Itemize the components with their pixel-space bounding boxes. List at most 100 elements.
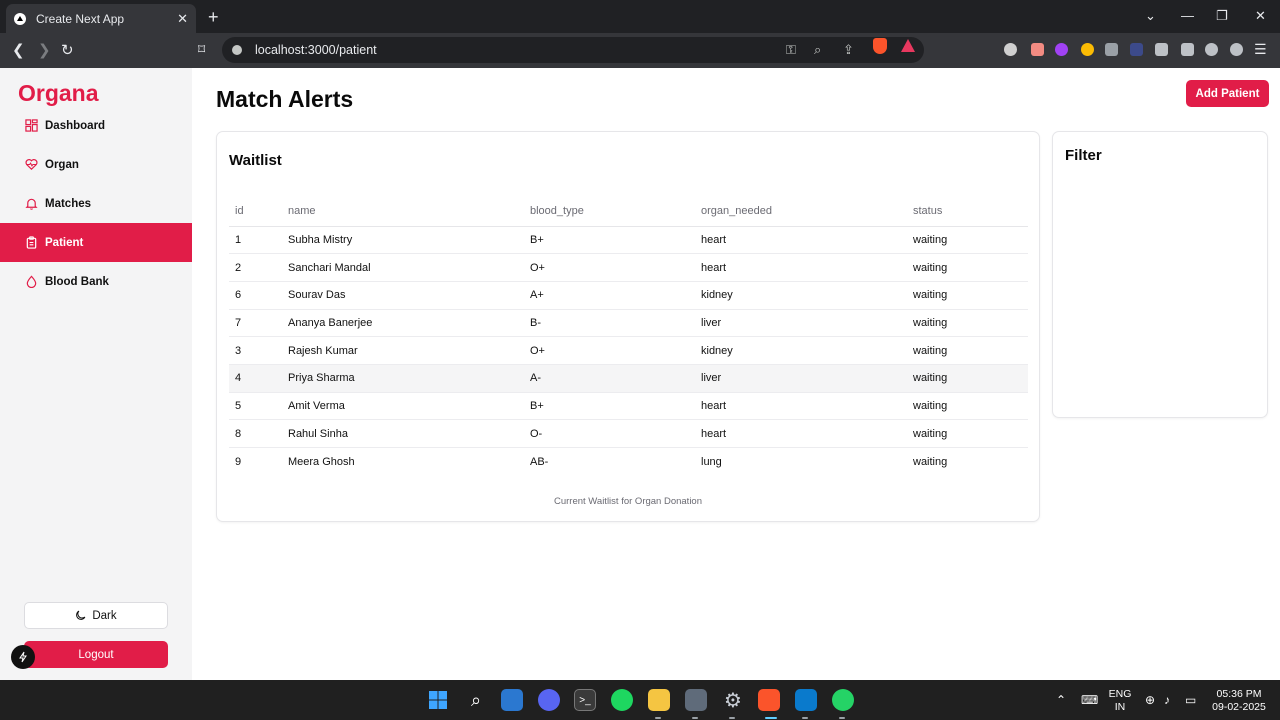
site-info-icon[interactable]: [232, 45, 242, 55]
menu-icon[interactable]: ☰: [1254, 41, 1267, 58]
clipboard-icon: [26, 236, 37, 249]
cell-blood-type: O+: [524, 253, 695, 282]
filter-card: Filter: [1052, 131, 1268, 418]
cell-id: 3: [229, 336, 282, 365]
column-header-name: name: [282, 196, 524, 227]
nextjs-favicon-icon: [14, 12, 26, 25]
cell-organ-needed: kidney: [695, 336, 907, 365]
table-row[interactable]: 7 Ananya Banerjee B- liver waiting: [229, 309, 1028, 338]
brave-shields-icon[interactable]: [873, 38, 887, 54]
cell-blood-type: B+: [524, 226, 695, 255]
extension-qr-icon[interactable]: [1105, 43, 1118, 56]
cell-blood-type: AB-: [530, 455, 549, 468]
clock-time[interactable]: 05:36 PM: [1208, 688, 1270, 700]
back-icon[interactable]: ❮: [12, 41, 25, 59]
cell-organ-needed: heart: [695, 226, 907, 255]
share-icon[interactable]: ⇪: [843, 42, 854, 58]
discord-app-icon[interactable]: [538, 689, 560, 711]
cell-organ-needed: heart: [695, 392, 907, 421]
key-icon[interactable]: ⚿: [786, 42, 796, 58]
dark-mode-button[interactable]: Dark: [24, 602, 168, 629]
spotify-app-icon[interactable]: [611, 689, 633, 711]
file-explorer-icon[interactable]: [648, 689, 670, 711]
table-row[interactable]: 8 Rahul Sinha O- heart waiting: [229, 419, 1028, 448]
bookmark-icon[interactable]: ⌑: [198, 41, 205, 58]
wallet-icon[interactable]: [1181, 43, 1194, 56]
add-patient-button[interactable]: Add Patient: [1186, 80, 1269, 107]
browser-tab[interactable]: Create Next App ✕: [6, 4, 196, 33]
table-row[interactable]: 2 Sanchari Mandal O+ heart waiting: [229, 253, 1028, 282]
extension-calendar-icon[interactable]: [1031, 43, 1044, 56]
clock-date: 09-02-2025: [1212, 701, 1266, 713]
extension-screenshot-icon[interactable]: [1130, 43, 1143, 56]
nextjs-dev-indicator-icon[interactable]: [11, 645, 35, 669]
cell-id: 2: [229, 253, 282, 282]
cell-name: Sourav Das: [282, 281, 524, 310]
brave-browser-icon[interactable]: [758, 689, 780, 711]
leo-ai-icon[interactable]: [1205, 43, 1218, 56]
cell-name: Ananya Banerjee: [282, 309, 524, 338]
zoom-icon[interactable]: ⌕: [814, 42, 821, 58]
close-window-icon[interactable]: ✕: [1255, 8, 1266, 24]
sidebar-item-blood-bank[interactable]: Blood Bank: [0, 262, 192, 301]
table-row[interactable]: 5 Amit Verma B+ heart waiting: [229, 392, 1028, 421]
cell-id: 6: [229, 281, 282, 310]
whatsapp-app-icon[interactable]: [832, 689, 854, 711]
new-tab-icon[interactable]: +: [208, 7, 219, 28]
sidebar-item-dashboard[interactable]: Dashboard: [0, 106, 192, 145]
maximize-icon[interactable]: ❐: [1216, 8, 1228, 24]
speaker-icon[interactable]: ♪: [1164, 693, 1170, 707]
logout-button[interactable]: Logout: [24, 641, 168, 668]
table-row[interactable]: 3 Rajesh Kumar O+ kidney waiting: [229, 336, 1028, 365]
table-row-hovered[interactable]: 4 Priya Sharma A- liver waiting: [229, 364, 1028, 393]
chevron-up-icon[interactable]: ⌃: [1056, 693, 1066, 707]
camera-app-icon[interactable]: [685, 689, 707, 711]
settings-gear-icon[interactable]: ⚙: [722, 689, 744, 712]
table-row[interactable]: 1 Subha Mistry B+ heart waiting: [229, 226, 1028, 255]
sidebar-item-organ[interactable]: Organ: [0, 145, 192, 184]
search-icon[interactable]: ⌕: [465, 689, 487, 711]
language-indicator[interactable]: ENG: [1108, 688, 1132, 700]
address-bar[interactable]: localhost:3000/patient ⚿ ⌕ ⇪: [222, 37, 924, 63]
cell-status: waiting: [907, 281, 1028, 310]
keyboard-icon[interactable]: ⌨: [1081, 693, 1098, 707]
sidebar-item-label: Patient: [45, 236, 84, 249]
extension-coin-icon[interactable]: [1081, 43, 1094, 56]
cell-status: waiting: [913, 455, 948, 468]
vscode-app-icon[interactable]: [795, 689, 817, 711]
globe-icon[interactable]: ⊕: [1145, 693, 1155, 707]
extension-bulb-icon[interactable]: [1004, 43, 1017, 56]
page-title: Match Alerts: [216, 86, 354, 112]
column-header-id: id: [229, 196, 282, 227]
reload-icon[interactable]: ↻: [61, 41, 74, 59]
tab-title: Create Next App: [36, 11, 125, 26]
extensions-puzzle-icon[interactable]: [1155, 43, 1168, 56]
sidebar-item-label: Blood Bank: [45, 275, 109, 288]
cell-name: Rajesh Kumar: [282, 336, 524, 365]
forward-icon[interactable]: ❯: [38, 41, 51, 59]
cell-status: waiting: [907, 253, 1028, 282]
droplet-icon: [26, 275, 37, 288]
filter-title: Filter: [1065, 147, 1102, 164]
terminal-app-icon[interactable]: >_: [574, 689, 596, 711]
table-row[interactable]: 6 Sourav Das A+ kidney waiting: [229, 281, 1028, 310]
windows-start-icon[interactable]: [427, 689, 449, 711]
tab-search-chevron-icon[interactable]: ⌄: [1145, 8, 1156, 24]
address-url: localhost:3000/patient: [255, 43, 377, 57]
photos-app-icon[interactable]: [501, 689, 523, 711]
region-indicator: IN: [1114, 701, 1126, 713]
table-row[interactable]: 9 Meera Ghosh AB- lung waiting: [229, 448, 1028, 476]
cell-name: Subha Mistry: [282, 226, 524, 255]
active-indicator: [765, 717, 777, 719]
vpn-icon[interactable]: [1230, 43, 1243, 56]
table-header-row: id name blood_type organ_needed status: [229, 196, 1028, 227]
sidebar-item-matches[interactable]: Matches: [0, 184, 192, 223]
tab-close-icon[interactable]: ✕: [177, 11, 188, 27]
cell-name: Rahul Sinha: [282, 419, 524, 448]
minimize-icon[interactable]: —: [1181, 8, 1194, 23]
brave-rewards-icon[interactable]: [901, 39, 915, 52]
extension-color-icon[interactable]: [1055, 43, 1068, 56]
cell-id: 8: [229, 419, 282, 448]
battery-icon[interactable]: ▭: [1185, 693, 1196, 707]
sidebar-item-patient[interactable]: Patient: [0, 223, 192, 262]
